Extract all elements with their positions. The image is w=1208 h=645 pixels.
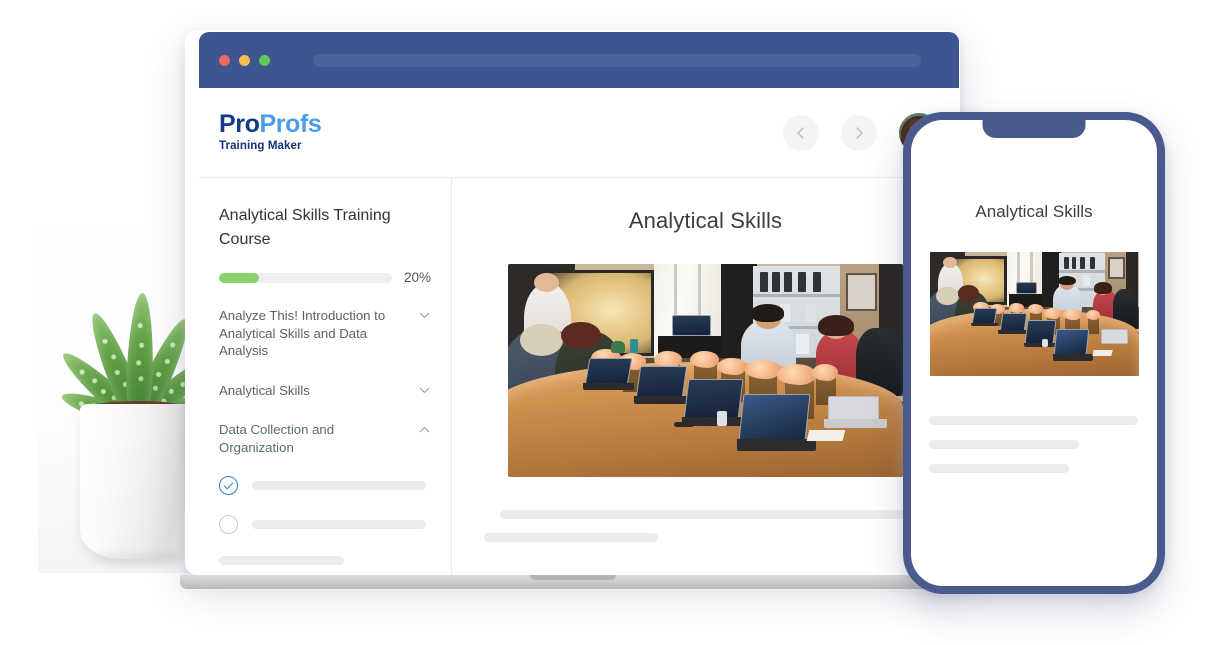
module-label: Analyze This! Introduction to Analytical… <box>219 308 386 359</box>
content-placeholders <box>482 510 929 542</box>
page-title: Analytical Skills <box>628 208 783 233</box>
minimize-window-button[interactable] <box>239 54 250 66</box>
previous-button[interactable] <box>783 114 819 151</box>
sidebar-module-intro[interactable]: Analyze This! Introduction to Analytical… <box>219 307 431 360</box>
course-progress: 20% <box>219 270 431 285</box>
mockup-stage: ProProfs Training Maker Analytical Skill… <box>0 0 1208 645</box>
chevron-left-icon <box>797 126 804 139</box>
next-button[interactable] <box>841 114 877 151</box>
chevron-down-icon <box>419 387 430 393</box>
maximize-window-button[interactable] <box>259 54 270 66</box>
check-circle-icon <box>219 476 238 496</box>
sidebar-module-data-collection[interactable]: Data Collection and Organization <box>219 421 431 456</box>
empty-circle-icon <box>219 515 238 535</box>
phone-screen: Analytical Skills <box>911 120 1157 586</box>
logo-wordmark: ProProfs <box>219 110 322 139</box>
phone-notch <box>982 120 1086 138</box>
app-body: Analytical Skills Training Course 20% An… <box>199 178 959 575</box>
course-title: Analytical Skills Training Course <box>219 207 391 248</box>
chevron-right-icon <box>856 126 863 139</box>
laptop-base <box>180 575 965 589</box>
address-bar[interactable] <box>313 53 921 67</box>
lesson-title-placeholder <box>252 481 426 491</box>
logo-tagline: Training Maker <box>219 140 302 153</box>
content-placeholder-row <box>929 464 1069 473</box>
phone-mockup: Analytical Skills <box>903 112 1165 594</box>
module-label: Analytical Skills <box>219 382 310 398</box>
phone-page-title: Analytical Skills <box>975 202 1093 221</box>
logo-profs-text: Profs <box>259 110 322 139</box>
plant-pot <box>80 404 196 559</box>
close-window-button[interactable] <box>219 54 230 66</box>
window-controls <box>219 54 270 66</box>
content-placeholder-row <box>484 533 658 542</box>
lesson-image <box>508 264 903 477</box>
sidebar-placeholder-row <box>219 556 344 566</box>
chevron-down-icon <box>419 312 430 319</box>
browser-chrome <box>199 32 959 88</box>
course-sidebar: Analytical Skills Training Course 20% An… <box>199 178 452 575</box>
conference-room-photo <box>929 252 1139 376</box>
lesson-item-completed[interactable] <box>219 476 431 496</box>
lesson-content: Analytical Skills <box>452 178 959 575</box>
proprofs-logo[interactable]: ProProfs Training Maker <box>219 110 322 153</box>
progress-percent-label: 20% <box>403 270 431 285</box>
progress-fill <box>219 272 259 283</box>
laptop-mockup: ProProfs Training Maker Analytical Skill… <box>180 30 965 589</box>
progress-track <box>219 272 392 283</box>
logo-pro-text: Pro <box>219 110 260 139</box>
chevron-up-icon <box>419 427 430 433</box>
app-header: ProProfs Training Maker <box>199 88 959 178</box>
lesson-item-incomplete[interactable] <box>219 515 431 535</box>
phone-lesson-image <box>929 252 1139 376</box>
content-placeholder-row <box>929 416 1138 425</box>
conference-room-photo <box>508 264 903 477</box>
phone-frame: Analytical Skills <box>903 112 1165 594</box>
phone-content-placeholders <box>929 416 1139 473</box>
content-placeholder-row <box>929 440 1079 449</box>
lesson-title-placeholder <box>252 520 426 530</box>
laptop-screen: ProProfs Training Maker Analytical Skill… <box>199 32 959 575</box>
module-label: Data Collection and Organization <box>219 422 335 455</box>
content-placeholder-row <box>499 510 914 519</box>
sidebar-module-analytical-skills[interactable]: Analytical Skills <box>219 382 431 400</box>
